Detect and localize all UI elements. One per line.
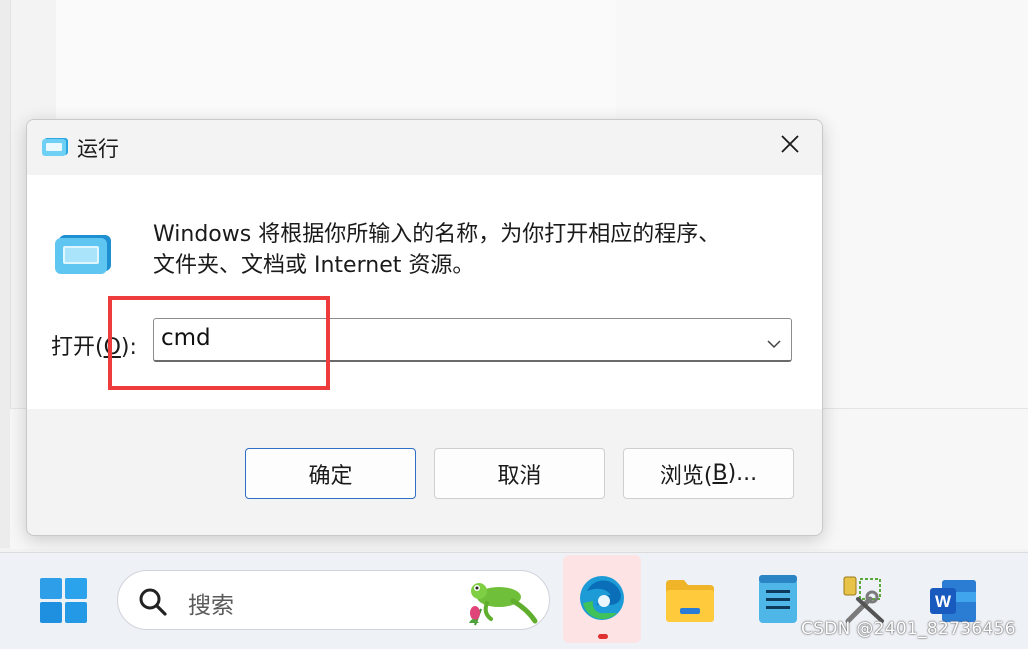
command-input[interactable]: cmd: [161, 325, 211, 351]
svg-text:W: W: [935, 592, 952, 611]
taskbar-app-edge[interactable]: [563, 555, 641, 643]
dialog-content: Windows 将根据你所输入的名称，为你打开相应的程序、 文件夹、文档或 In…: [27, 175, 822, 409]
active-app-indicator: [598, 634, 608, 639]
search-icon: [138, 587, 168, 621]
taskbar-search[interactable]: 搜索: [117, 570, 550, 630]
description-line: 文件夹、文档或 Internet 资源。: [153, 253, 475, 278]
notepad-icon[interactable]: [757, 573, 799, 629]
watermark: CSDN @2401_82736456: [801, 619, 1016, 639]
open-label: 打开(O):: [51, 335, 137, 360]
dialog-title: 运行: [77, 137, 119, 161]
close-button[interactable]: [758, 120, 822, 172]
description-line: Windows 将根据你所输入的名称，为你打开相应的程序、: [153, 222, 721, 247]
browse-button[interactable]: 浏览(B)...: [623, 448, 794, 499]
close-icon: [780, 134, 800, 158]
taskbar: 搜索 W CSDN @2401_82736456: [0, 552, 1028, 649]
run-icon: [53, 233, 113, 279]
chevron-down-icon[interactable]: [767, 334, 781, 353]
edge-icon: [577, 573, 627, 627]
frog-illustration-icon: [453, 573, 539, 631]
description: Windows 将根据你所输入的名称，为你打开相应的程序、 文件夹、文档或 In…: [153, 219, 793, 281]
windows-start-icon[interactable]: [40, 578, 88, 628]
background-window: [56, 0, 617, 130]
cancel-button[interactable]: 取消: [434, 448, 605, 499]
search-placeholder: 搜索: [188, 593, 234, 619]
run-dialog: 运行 Windows 将根据你所输入的名称，为你打开相应的程序、 文件夹、文档或…: [26, 119, 823, 536]
run-icon: [41, 137, 69, 161]
command-combobox[interactable]: cmd: [153, 318, 792, 362]
file-explorer-icon[interactable]: [664, 578, 716, 628]
title-bar[interactable]: 运行: [27, 120, 822, 175]
ok-button[interactable]: 确定: [245, 448, 416, 499]
